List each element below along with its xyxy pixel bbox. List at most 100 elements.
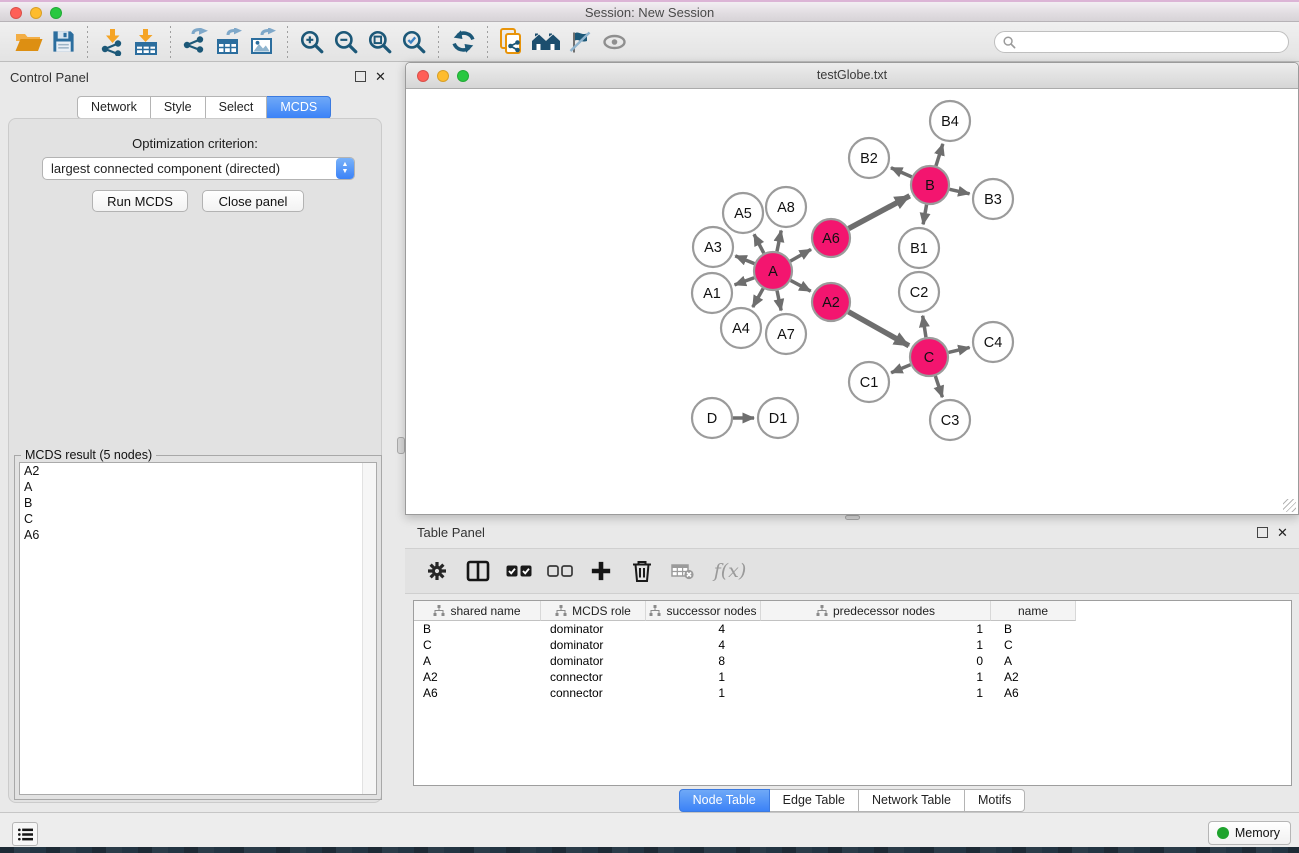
graph-edge-A-A1[interactable] bbox=[735, 278, 755, 285]
graph-node-label-A4: A4 bbox=[732, 321, 750, 337]
result-item[interactable]: A2 bbox=[20, 463, 376, 479]
result-item[interactable]: A bbox=[20, 479, 376, 495]
column-header-predecessor-nodes[interactable]: predecessor nodes bbox=[761, 601, 991, 621]
graph-edge-C-C4[interactable] bbox=[948, 347, 969, 352]
tab-network-table[interactable]: Network Table bbox=[859, 789, 965, 812]
run-mcds-button[interactable]: Run MCDS bbox=[92, 190, 188, 212]
open-session-button[interactable] bbox=[12, 25, 46, 59]
zoom-selected-button[interactable] bbox=[397, 25, 431, 59]
tab-motifs[interactable]: Motifs bbox=[965, 789, 1025, 812]
horizontal-split-handle[interactable] bbox=[845, 515, 860, 520]
unselect-all-columns-button[interactable] bbox=[544, 555, 576, 587]
cell-mcds-role: connector bbox=[541, 686, 646, 700]
network-canvas[interactable]: B4B2BB3A5A8A6A3AB1A1A2C2A4A7C4CC1DD1C3 bbox=[407, 89, 1297, 513]
tab-style[interactable]: Style bbox=[151, 96, 206, 119]
graph-edge-B-B4[interactable] bbox=[936, 144, 943, 166]
tab-select[interactable]: Select bbox=[206, 96, 268, 119]
graph-edge-B-B3[interactable] bbox=[950, 189, 970, 193]
import-table-button[interactable] bbox=[129, 25, 163, 59]
home-first-neighbors-button[interactable] bbox=[529, 25, 563, 59]
table-row[interactable]: A2 connector 1 1 A2 bbox=[414, 669, 1291, 685]
export-network-button[interactable] bbox=[178, 25, 212, 59]
delete-column-button[interactable] bbox=[626, 555, 658, 587]
graph-edge-A-A3[interactable] bbox=[735, 256, 754, 264]
graph-edge-C-C3[interactable] bbox=[935, 376, 942, 397]
export-image-button[interactable] bbox=[246, 25, 280, 59]
zoom-in-button[interactable] bbox=[295, 25, 329, 59]
cell-predecessor-nodes: 1 bbox=[761, 638, 991, 652]
select-all-columns-button[interactable] bbox=[503, 555, 535, 587]
network-window-titlebar[interactable]: testGlobe.txt bbox=[406, 63, 1298, 89]
graph-edge-A-A7[interactable] bbox=[777, 291, 781, 311]
task-history-button[interactable] bbox=[12, 822, 38, 846]
memory-status-button[interactable]: Memory bbox=[1208, 821, 1291, 845]
show-column-button[interactable] bbox=[462, 555, 494, 587]
shared-column-icon bbox=[555, 605, 567, 617]
graph-edge-C-C1[interactable] bbox=[891, 365, 910, 373]
shared-column-icon bbox=[433, 605, 445, 617]
toolbar-separator bbox=[170, 26, 171, 58]
node-table-header: shared name MCDS role successor nodes pr… bbox=[414, 601, 1291, 621]
delete-table-button bbox=[667, 555, 699, 587]
float-panel-icon[interactable] bbox=[1257, 527, 1268, 538]
table-row[interactable]: B dominator 4 1 B bbox=[414, 621, 1291, 637]
save-session-button[interactable] bbox=[46, 25, 80, 59]
table-row[interactable]: A6 connector 1 1 A6 bbox=[414, 685, 1291, 701]
search-field[interactable] bbox=[994, 31, 1289, 53]
import-network-button[interactable] bbox=[95, 25, 129, 59]
table-row[interactable]: C dominator 4 1 C bbox=[414, 637, 1291, 653]
graph-edge-B-B1[interactable] bbox=[923, 205, 926, 225]
column-header-name[interactable]: name bbox=[991, 601, 1076, 621]
result-item[interactable]: B bbox=[20, 495, 376, 511]
column-header-mcds-role[interactable]: MCDS role bbox=[541, 601, 646, 621]
network-view-window: testGlobe.txt B4B2BB3A5A8A6A3AB1A1A2C2A4… bbox=[405, 62, 1299, 515]
graph-edge-B-B2[interactable] bbox=[891, 168, 912, 177]
graph-node-label-B1: B1 bbox=[910, 241, 928, 257]
graph-edge-C-C2[interactable] bbox=[923, 316, 926, 338]
tab-edge-table[interactable]: Edge Table bbox=[770, 789, 859, 812]
graph-edge-A-A8[interactable] bbox=[777, 231, 781, 252]
table-row[interactable]: A dominator 8 0 A bbox=[414, 653, 1291, 669]
hide-graphics-details-button[interactable] bbox=[563, 25, 597, 59]
zoom-in-icon bbox=[299, 29, 325, 55]
cell-shared-name: A2 bbox=[414, 670, 541, 684]
result-item[interactable]: C bbox=[20, 511, 376, 527]
close-panel-icon[interactable]: ✕ bbox=[375, 72, 386, 82]
cell-name: A6 bbox=[991, 686, 1076, 700]
export-table-button[interactable] bbox=[212, 25, 246, 59]
tab-mcds[interactable]: MCDS bbox=[267, 96, 331, 119]
show-graphics-details-button[interactable] bbox=[597, 25, 631, 59]
tab-node-table[interactable]: Node Table bbox=[679, 789, 770, 812]
zoom-out-button[interactable] bbox=[329, 25, 363, 59]
graph-edge-A2-C[interactable] bbox=[848, 312, 909, 346]
refresh-view-button[interactable] bbox=[446, 25, 480, 59]
graph-edge-A-A5[interactable] bbox=[754, 234, 764, 253]
mcds-result-list: A2 A B C A6 bbox=[19, 462, 377, 795]
graph-edge-A-A6[interactable] bbox=[790, 249, 811, 261]
graph-node-label-A6: A6 bbox=[822, 231, 840, 247]
create-column-button[interactable] bbox=[585, 555, 617, 587]
window-resize-grip[interactable] bbox=[1283, 499, 1296, 512]
graph-edge-A6-B[interactable] bbox=[849, 196, 910, 229]
new-network-from-selection-button[interactable] bbox=[495, 25, 529, 59]
app-titlebar: Session: New Session bbox=[0, 0, 1299, 22]
result-item[interactable]: A6 bbox=[20, 527, 376, 543]
table-options-button[interactable] bbox=[421, 555, 453, 587]
close-panel-icon[interactable]: ✕ bbox=[1277, 528, 1288, 538]
float-panel-icon[interactable] bbox=[355, 71, 366, 82]
column-header-shared-name[interactable]: shared name bbox=[414, 601, 541, 621]
graph-edge-A-A2[interactable] bbox=[791, 280, 811, 291]
zoom-fit-button[interactable] bbox=[363, 25, 397, 59]
search-input[interactable] bbox=[1021, 34, 1280, 50]
trash-icon bbox=[631, 559, 653, 583]
graph-node-label-A1: A1 bbox=[703, 286, 721, 302]
tab-network[interactable]: Network bbox=[77, 96, 151, 119]
result-scrollbar[interactable] bbox=[362, 463, 376, 794]
column-header-successor-nodes[interactable]: successor nodes bbox=[646, 601, 761, 621]
graph-edge-A-A4[interactable] bbox=[753, 288, 763, 307]
import-table-icon bbox=[132, 28, 160, 56]
optimization-criterion-select[interactable]: largest connected component (directed) ▲… bbox=[42, 157, 355, 180]
column-label: name bbox=[1018, 604, 1048, 618]
vertical-split-handle[interactable] bbox=[397, 437, 405, 454]
close-panel-button[interactable]: Close panel bbox=[202, 190, 304, 212]
